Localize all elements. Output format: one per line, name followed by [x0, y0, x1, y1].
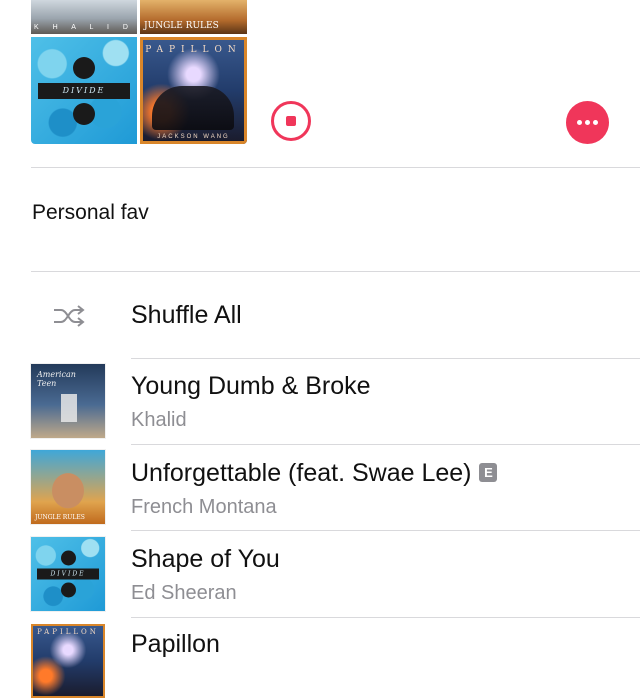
divider [31, 167, 640, 168]
song-title: Unforgettable (feat. Swae Lee) [131, 459, 472, 487]
song-artwork: DIVIDE [31, 537, 105, 611]
artwork-tile-khalid: K H A L I D [31, 0, 137, 34]
song-title: Papillon [131, 630, 220, 658]
stop-download-button[interactable] [271, 101, 311, 141]
artwork-figure [61, 394, 77, 422]
song-artwork: PAPILLON [31, 624, 105, 698]
artwork-tile-text: JUNGLE RULES [144, 21, 219, 31]
artwork-tile-text: K H A L I D [34, 24, 134, 31]
artwork-tile-text: PAPILLON [37, 628, 99, 636]
divider [31, 271, 640, 272]
song-artwork: American Teen [31, 364, 105, 438]
more-options-button[interactable] [566, 101, 609, 144]
explicit-badge: E [479, 463, 498, 482]
song-artist: Ed Sheeran [131, 582, 237, 604]
divider [131, 444, 640, 445]
divider [131, 358, 640, 359]
artwork-tile-text: DIVIDE [38, 82, 130, 99]
song-artwork: JUNGLE RULES [31, 450, 105, 524]
artwork-tile-jungle-rules: JUNGLE RULES [140, 0, 247, 34]
artwork-tile-text: American Teen [37, 370, 76, 388]
song-artist: French Montana [131, 496, 277, 518]
stop-circle-icon [286, 116, 296, 126]
divider [131, 530, 640, 531]
ellipsis-icon [577, 120, 598, 125]
song-title-wrap: Unforgettable (feat. Swae Lee) E [131, 459, 498, 488]
artwork-tile-divide: DIVIDE [31, 37, 137, 144]
artwork-tile-subtext: JACKSON WANG [157, 134, 230, 140]
artwork-tile-papillon: PAPILLON JACKSON WANG [140, 37, 247, 144]
artwork-tile-text: DIVIDE [37, 568, 99, 580]
song-title: Young Dumb & Broke [131, 372, 371, 400]
playlist-artwork: K H A L I D JUNGLE RULES DIVIDE PAPILLON… [31, 0, 247, 144]
shuffle-all-label: Shuffle All [131, 301, 242, 329]
artwork-tile-text: PAPILLON [145, 45, 242, 55]
divider [131, 617, 640, 618]
song-artist: Khalid [131, 409, 187, 431]
artwork-figures [152, 86, 234, 130]
shuffle-icon [54, 305, 85, 327]
song-title: Shape of You [131, 545, 280, 573]
artwork-tile-text: JUNGLE RULES [35, 514, 85, 521]
playlist-description: Personal fav [32, 201, 149, 224]
